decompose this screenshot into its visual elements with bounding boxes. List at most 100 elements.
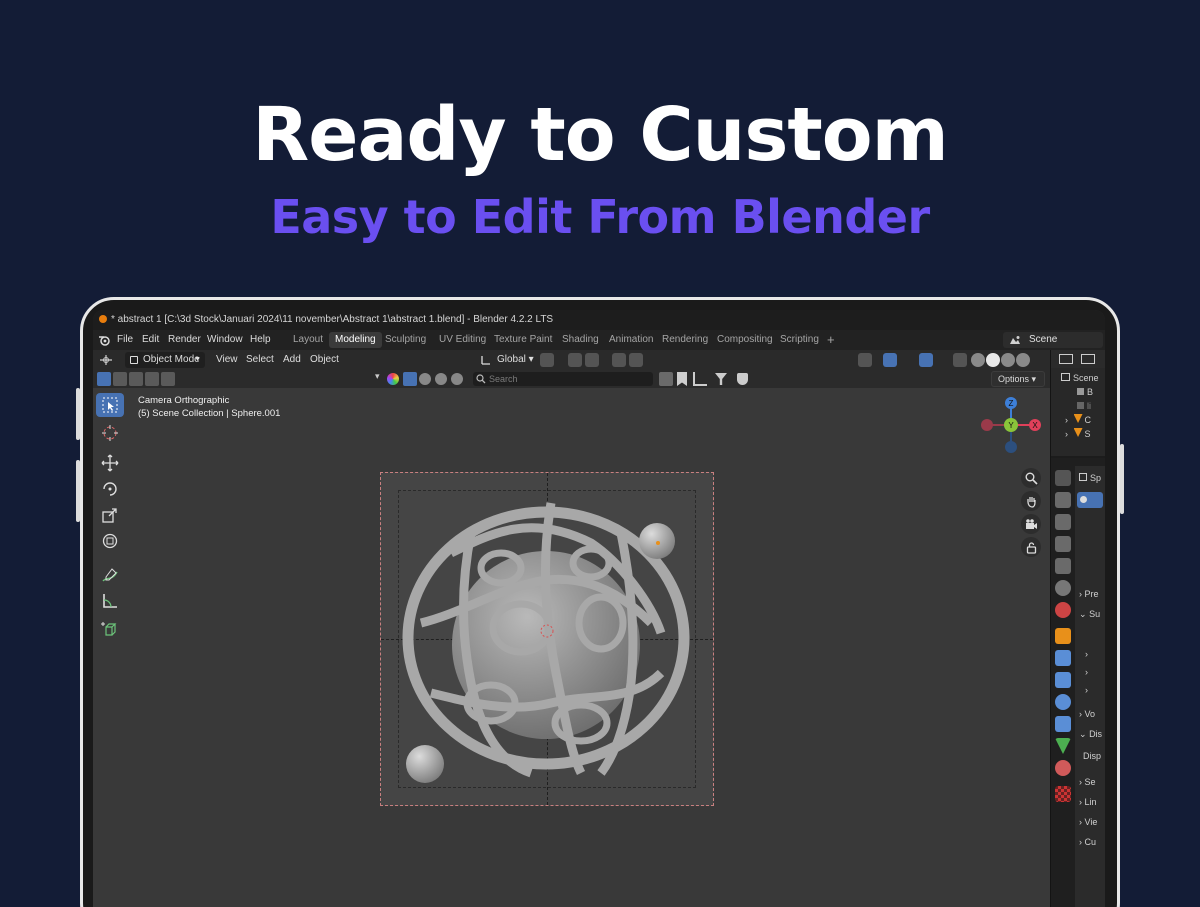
menu-render[interactable]: Render <box>168 330 201 350</box>
shield-icon[interactable] <box>737 373 748 385</box>
tab-texture-paint[interactable]: Texture Paint <box>488 332 558 348</box>
scene-selector[interactable]: Scene <box>1003 332 1103 348</box>
editor-type-icon[interactable] <box>99 354 113 366</box>
render-tab-icon[interactable] <box>1055 514 1071 530</box>
outliner-item[interactable]: › S <box>1065 426 1091 442</box>
world-tab-icon[interactable] <box>1055 602 1071 618</box>
scale-tool[interactable] <box>96 503 124 527</box>
data-tab-icon[interactable] <box>1055 738 1071 754</box>
xray-toggle-icon[interactable] <box>953 353 967 367</box>
tab-scripting[interactable]: Scripting <box>774 332 825 348</box>
section-surface[interactable]: ⌄ Su <box>1079 606 1100 622</box>
annotate-tool[interactable] <box>96 563 124 587</box>
select-extend-icon[interactable] <box>113 372 127 386</box>
small-sphere-top-right[interactable] <box>639 523 675 559</box>
scene-tab-icon[interactable] <box>1055 580 1071 596</box>
camera-view-button[interactable] <box>1021 514 1041 534</box>
physics-tab-icon[interactable] <box>1055 694 1071 710</box>
bookmark-icon[interactable] <box>677 372 687 386</box>
constraints-tab-icon[interactable] <box>1055 716 1071 732</box>
filter-mesh-icon[interactable] <box>403 372 417 386</box>
select-box-mode-icon[interactable] <box>97 372 111 386</box>
material-tab-icon[interactable] <box>1055 760 1071 776</box>
rendered-shading-icon[interactable] <box>1016 353 1030 367</box>
tool-tab-icon[interactable] <box>1055 492 1071 508</box>
proportional-edit-icon[interactable] <box>612 353 626 367</box>
axis-neg-x-icon[interactable] <box>981 419 993 431</box>
section-lineart[interactable]: › Lin <box>1079 794 1097 810</box>
menu-select[interactable]: Select <box>241 352 279 368</box>
select-subtract-icon[interactable] <box>129 372 143 386</box>
falloff-icon[interactable] <box>629 353 643 367</box>
zoom-button[interactable] <box>1021 468 1041 488</box>
section-custom-properties[interactable]: › Cu <box>1079 834 1096 850</box>
object-name-field[interactable]: Sp <box>1079 470 1101 486</box>
3d-viewport[interactable]: Camera Orthographic (5) Scene Collection… <box>93 388 1051 907</box>
rotate-tool[interactable] <box>96 477 124 501</box>
subsection[interactable]: › <box>1085 646 1088 662</box>
menu-view[interactable]: View <box>211 352 243 368</box>
tab-sculpting[interactable]: Sculpting <box>379 332 432 348</box>
texture-tab-icon[interactable] <box>1055 786 1071 802</box>
editor-type-icon[interactable] <box>1059 354 1073 364</box>
filter-material-icon[interactable] <box>419 373 431 385</box>
filter-icon[interactable] <box>715 373 727 385</box>
tab-shading[interactable]: Shading <box>556 332 605 348</box>
overlays-toggle-icon[interactable] <box>919 353 933 367</box>
selected-material-slot[interactable] <box>1077 492 1103 508</box>
tab-layout[interactable]: Layout <box>287 332 329 348</box>
select-box-tool[interactable] <box>96 393 124 417</box>
tab-compositing[interactable]: Compositing <box>711 332 779 348</box>
material-shading-icon[interactable] <box>1001 353 1015 367</box>
menu-object[interactable]: Object <box>305 352 344 368</box>
menu-edit[interactable]: Edit <box>142 330 159 350</box>
dropdown-icon[interactable] <box>659 372 673 386</box>
pivot-point-icon[interactable] <box>540 353 554 367</box>
asset-search-input[interactable]: Search <box>473 372 653 386</box>
section-displacement[interactable]: ⌄ Dis <box>1079 726 1102 742</box>
filter-world-icon[interactable] <box>435 373 447 385</box>
chevron-down-icon[interactable]: ▾ <box>375 371 380 382</box>
subsection[interactable]: › <box>1085 682 1088 698</box>
tab-modeling[interactable]: Modeling <box>329 332 382 348</box>
menu-window[interactable]: Window <box>207 330 243 350</box>
hierarchy-icon[interactable] <box>693 372 707 386</box>
tab-animation[interactable]: Animation <box>603 332 659 348</box>
tab-rendering[interactable]: Rendering <box>656 332 714 348</box>
color-filter-icon[interactable] <box>387 373 399 385</box>
displacement-field[interactable]: Disp <box>1083 748 1101 764</box>
menu-file[interactable]: File <box>117 330 133 350</box>
subsection[interactable]: › <box>1085 664 1088 680</box>
add-cube-tool[interactable] <box>96 617 124 641</box>
output-tab-icon[interactable] <box>1055 536 1071 552</box>
menu-add[interactable]: Add <box>278 352 306 368</box>
object-tab-icon[interactable] <box>1055 628 1071 644</box>
filter-light-icon[interactable] <box>451 373 463 385</box>
lock-camera-button[interactable] <box>1021 537 1041 557</box>
section-volume[interactable]: › Vo <box>1079 706 1095 722</box>
navigation-gizmo[interactable]: Z X Y <box>979 393 1049 463</box>
view-layer-tab-icon[interactable] <box>1055 558 1071 574</box>
gizmo-toggle-icon[interactable] <box>883 353 897 367</box>
visibility-icon[interactable] <box>858 353 872 367</box>
editor-type-icon[interactable] <box>1055 470 1071 486</box>
options-dropdown[interactable]: Options ▾ <box>991 371 1045 387</box>
move-tool[interactable] <box>96 451 124 475</box>
section-viewport-display[interactable]: › Vie <box>1079 814 1097 830</box>
wrench-icon[interactable] <box>1055 650 1071 666</box>
select-intersect-icon[interactable] <box>161 372 175 386</box>
axis-neg-z-icon[interactable] <box>1005 441 1017 453</box>
add-workspace-button[interactable]: + <box>821 332 841 348</box>
menu-help[interactable]: Help <box>250 330 271 350</box>
select-invert-icon[interactable] <box>145 372 159 386</box>
small-sphere-bottom-left[interactable] <box>406 745 444 783</box>
pan-button[interactable] <box>1021 491 1041 511</box>
sphere-model[interactable] <box>381 473 713 805</box>
display-mode-icon[interactable] <box>1081 354 1095 364</box>
snap-icon[interactable] <box>568 353 582 367</box>
measure-tool[interactable] <box>96 589 124 613</box>
wireframe-shading-icon[interactable] <box>971 353 985 367</box>
cursor-tool[interactable] <box>96 421 124 445</box>
section-settings[interactable]: › Se <box>1079 774 1096 790</box>
blender-icon[interactable] <box>98 334 110 346</box>
